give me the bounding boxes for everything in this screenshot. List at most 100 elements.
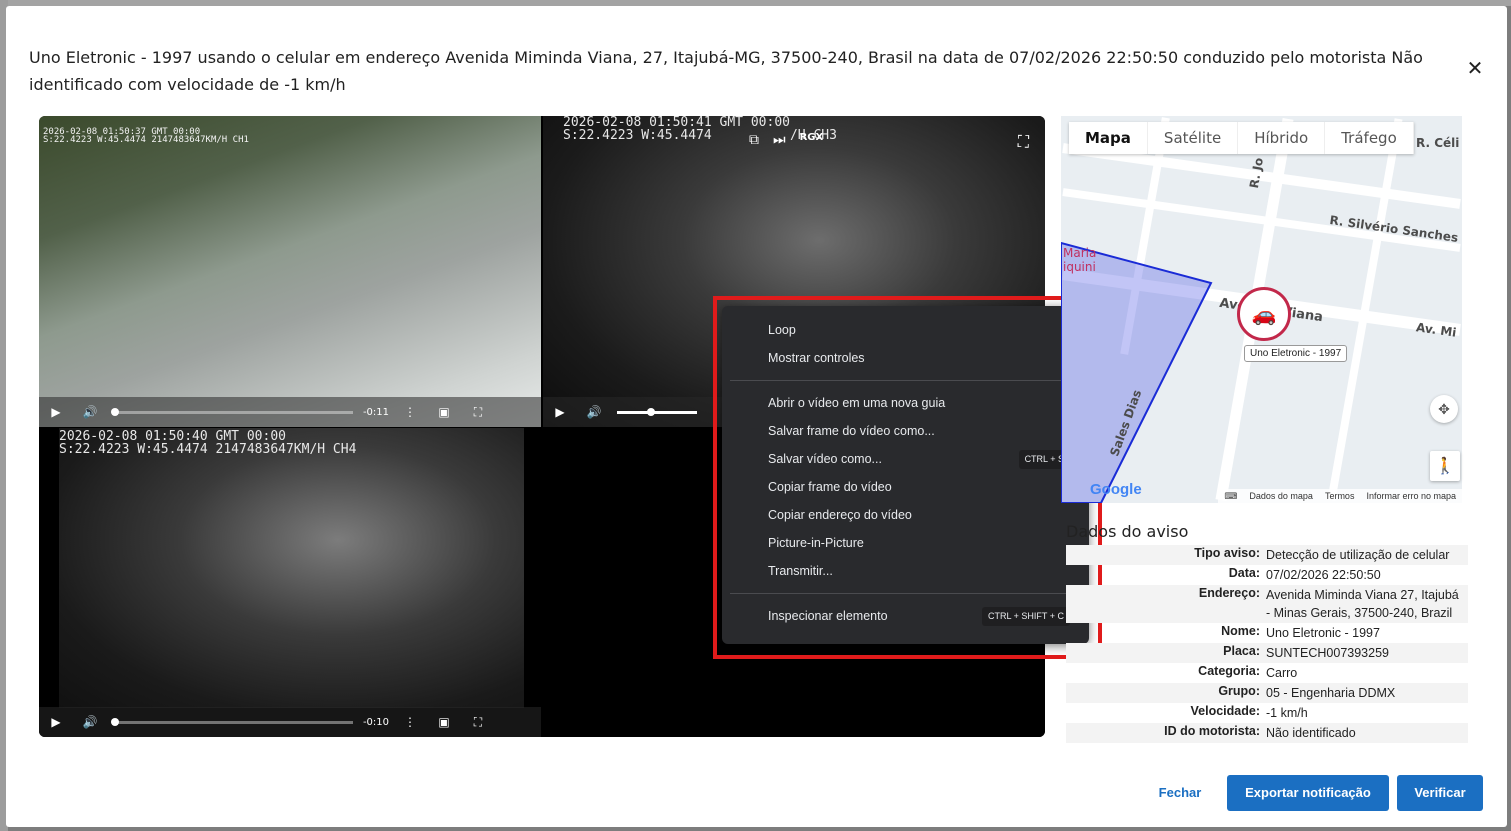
play-icon[interactable]: ▶ <box>39 397 73 427</box>
context-menu: Loop Mostrar controles Abrir o vídeo em … <box>722 306 1089 644</box>
menu-item-label: Salvar vídeo como... <box>768 452 882 466</box>
play-icon[interactable]: ▶ <box>543 397 577 427</box>
info-row: ID do motorista: Não identificado <box>1066 723 1468 743</box>
menu-item-loop[interactable]: Loop <box>722 316 1089 344</box>
info-row: Nome: Uno Eletronic - 1997 <box>1066 623 1468 643</box>
info-key: Placa: <box>1223 644 1260 658</box>
info-key: Grupo: <box>1218 684 1260 698</box>
info-key: Categoria: <box>1198 664 1260 678</box>
car-marker-icon[interactable]: 🚗 <box>1237 287 1291 341</box>
cam1-seek-bar[interactable] <box>111 407 353 416</box>
menu-item-inspect[interactable]: Inspecionar elemento CTRL + SHIFT + C <box>722 602 1089 630</box>
car-label: Uno Eletronic - 1997 <box>1244 345 1348 362</box>
volume-handle[interactable] <box>647 407 655 416</box>
info-row: Endereço: Avenida Miminda Viana 27, Itaj… <box>1066 585 1468 623</box>
picture-in-picture-icon[interactable]: ▣ <box>427 707 461 737</box>
menu-item-save-frame[interactable]: Salvar frame do vídeo como... <box>722 417 1089 445</box>
skip-next-icon[interactable]: ⏭ <box>773 132 786 148</box>
info-row: Placa: SUNTECH007393259 <box>1066 643 1468 663</box>
menu-item-label: Inspecionar elemento <box>768 609 888 623</box>
poi-label: Maria <box>1063 246 1097 260</box>
info-value: 07/02/2026 22:50:50 <box>1266 568 1381 582</box>
cam1-time: -0:11 <box>362 406 390 418</box>
video-cam1[interactable]: 2026-02-08 01:50:37 GMT 00:00 S:22.4223 … <box>39 116 541 427</box>
street-label: R. Céli <box>1416 136 1460 150</box>
menu-item-copy-frame[interactable]: Copiar frame do vídeo <box>722 473 1089 501</box>
info-key: Nome: <box>1221 624 1260 638</box>
map-data-link[interactable]: Dados do mapa <box>1249 491 1313 501</box>
info-row: Grupo: 05 - Engenharia DDMX <box>1066 683 1468 703</box>
menu-item-pip[interactable]: Picture-in-Picture <box>722 529 1089 557</box>
tab-satellite[interactable]: Satélite <box>1148 122 1239 154</box>
menu-divider <box>730 593 1081 594</box>
keyboard-icon[interactable]: ⌨ <box>1224 491 1237 502</box>
menu-item-save-video[interactable]: Salvar vídeo como... CTRL + S <box>722 445 1089 473</box>
menu-item-show-controls[interactable]: Mostrar controles <box>722 344 1089 372</box>
more-options-icon[interactable]: ⋮ <box>393 397 427 427</box>
map-type-tabs: Mapa Satélite Híbrido Tráfego <box>1069 122 1414 154</box>
google-logo: Google <box>1090 481 1142 498</box>
tab-map[interactable]: Mapa <box>1069 122 1148 154</box>
info-value: SUNTECH007393259 <box>1266 646 1389 660</box>
modal-title: Uno Eletronic - 1997 usando o celular em… <box>29 48 1423 94</box>
verify-button[interactable]: Verificar <box>1397 775 1483 811</box>
info-value: Uno Eletronic - 1997 <box>1266 626 1380 640</box>
cam3-osd: 2026-02-08 01:50:40 GMT 00:00 S:22.4223 … <box>59 429 357 457</box>
seek-handle[interactable] <box>111 717 119 726</box>
volume-slider[interactable] <box>617 407 697 416</box>
info-value: Detecção de utilização de celular <box>1266 548 1450 562</box>
map-footer: ⌨ Dados do mapa Termos Informar erro no … <box>1218 489 1462 503</box>
seek-handle[interactable] <box>111 407 119 416</box>
info-value: 05 - Engenharia DDMX <box>1266 686 1396 700</box>
info-title: Dados do aviso <box>1066 522 1189 541</box>
menu-divider <box>730 380 1081 381</box>
info-row: Categoria: Carro <box>1066 663 1468 683</box>
close-icon[interactable]: ✕ <box>1463 56 1487 80</box>
cam3-controls: ▶ 🔊 -0:10 ⋮ ▣ ⛶ <box>39 707 541 737</box>
cam1-osd: 2026-02-08 01:50:37 GMT 00:00 S:22.4223 … <box>43 127 249 145</box>
open-external-icon[interactable]: ⧉ <box>749 132 759 148</box>
shortcut-badge: CTRL + SHIFT + C <box>981 607 1070 626</box>
recenter-icon[interactable]: ✥ <box>1430 395 1458 423</box>
menu-item-open-new-tab[interactable]: Abrir o vídeo em uma nova guia <box>722 389 1089 417</box>
tab-traffic[interactable]: Tráfego <box>1325 122 1414 154</box>
info-value: Não identificado <box>1266 726 1356 740</box>
info-key: ID do motorista: <box>1164 724 1260 738</box>
street-view-pegman-icon[interactable]: 🚶 <box>1430 451 1460 481</box>
more-options-icon[interactable]: ⋮ <box>393 707 427 737</box>
report-error-link[interactable]: Informar erro no mapa <box>1366 491 1456 501</box>
info-row: Velocidade: -1 km/h <box>1066 703 1468 723</box>
poi-label: iquini <box>1063 260 1096 274</box>
cam3-time: -0:10 <box>362 716 390 728</box>
cam2-top-icons: ⧉ ⏭ RGX <box>749 132 823 148</box>
cam1-controls: ▶ 🔊 -0:11 ⋮ ▣ ⛶ <box>39 397 541 427</box>
close-button[interactable]: Fechar <box>1152 775 1208 811</box>
rgx-label: RGX <box>799 132 824 143</box>
video-cam3[interactable]: 2026-02-08 01:50:40 GMT 00:00 S:22.4223 … <box>39 428 541 737</box>
fullscreen-icon[interactable]: ⛶ <box>1018 132 1029 152</box>
cam3-seek-bar[interactable] <box>111 717 353 726</box>
export-notification-button[interactable]: Exportar notificação <box>1227 775 1389 811</box>
info-value: -1 km/h <box>1266 706 1308 720</box>
tab-hybrid[interactable]: Híbrido <box>1238 122 1326 154</box>
menu-item-cast[interactable]: Transmitir... <box>722 557 1089 585</box>
terms-link[interactable]: Termos <box>1325 491 1355 501</box>
info-value: Carro <box>1266 666 1298 680</box>
info-key: Endereço: <box>1198 586 1260 600</box>
info-row: Data: 07/02/2026 22:50:50 <box>1066 565 1468 585</box>
fullscreen-icon[interactable]: ⛶ <box>461 397 495 427</box>
volume-icon[interactable]: 🔊 <box>73 707 107 737</box>
fullscreen-icon[interactable]: ⛶ <box>461 707 495 737</box>
info-key: Tipo aviso: <box>1194 546 1260 560</box>
volume-icon[interactable]: 🔊 <box>73 397 107 427</box>
cam3-frame <box>59 428 524 708</box>
info-key: Velocidade: <box>1190 704 1260 718</box>
menu-item-copy-address[interactable]: Copiar endereço do vídeo <box>722 501 1089 529</box>
info-value: Avenida Miminda Viana 27, Itajubá - Mina… <box>1266 588 1459 620</box>
info-row: Tipo aviso: Detecção de utilização de ce… <box>1066 545 1468 565</box>
info-key: Data: <box>1228 566 1260 580</box>
info-table: Tipo aviso: Detecção de utilização de ce… <box>1066 545 1468 743</box>
play-icon[interactable]: ▶ <box>39 707 73 737</box>
picture-in-picture-icon[interactable]: ▣ <box>427 397 461 427</box>
volume-icon[interactable]: 🔊 <box>577 397 611 427</box>
